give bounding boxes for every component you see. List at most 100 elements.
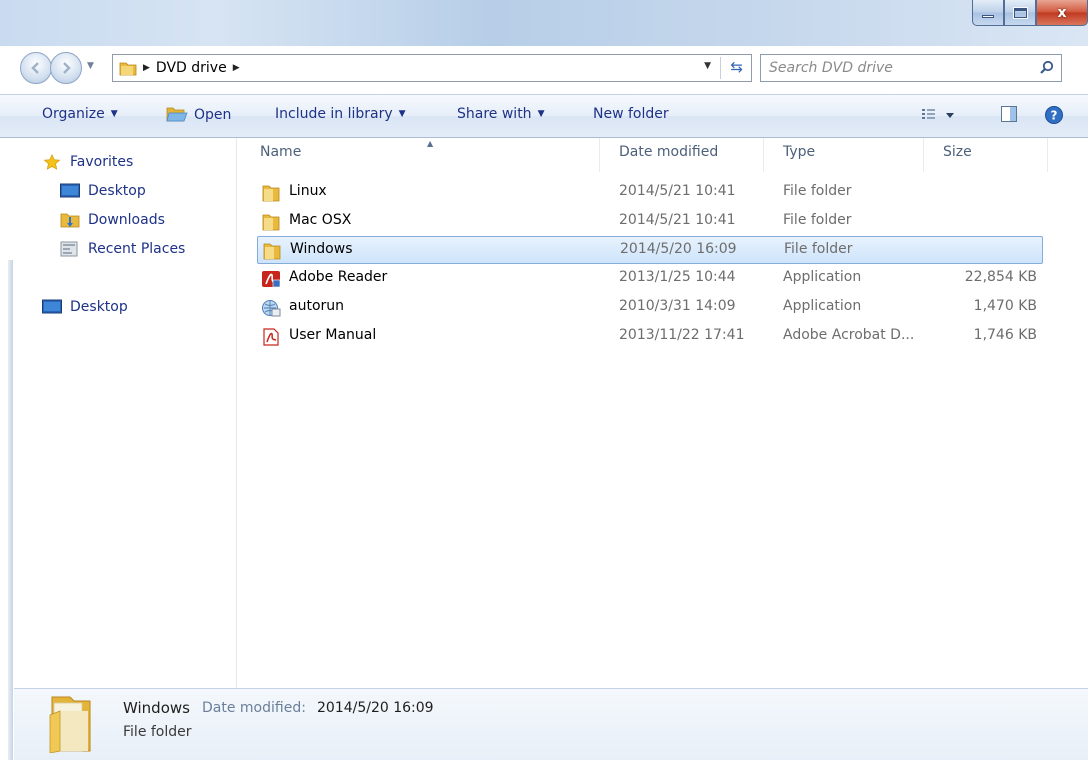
nav-recent-places[interactable]: Recent Places <box>60 241 185 257</box>
chevron-down-icon: ▼ <box>398 109 406 119</box>
file-date-modified: 2014/5/21 10:41 <box>619 183 736 199</box>
column-header-date-label: Date modified <box>619 144 719 160</box>
column-header-name[interactable]: Name <box>260 144 301 160</box>
file-type: File folder <box>784 241 853 257</box>
window-left-shadow <box>8 260 13 760</box>
file-type: File folder <box>783 212 852 228</box>
nav-favorites-label: Favorites <box>70 154 134 170</box>
folder-icon <box>263 243 281 260</box>
recent-places-icon <box>60 241 78 257</box>
file-name: Mac OSX <box>289 212 352 228</box>
minimize-icon <box>982 15 994 18</box>
maximize-button[interactable] <box>1004 0 1036 26</box>
recent-pages-dropdown-icon[interactable]: ▼ <box>87 61 94 71</box>
column-header-date-modified[interactable]: Date modified <box>619 144 718 160</box>
open-button[interactable]: Open <box>166 106 231 123</box>
search-box[interactable]: Search DVD drive <box>760 54 1062 82</box>
breadcrumb-separator-icon[interactable]: ▶ <box>233 63 240 73</box>
file-size: 1,470 KB <box>973 298 1037 314</box>
details-item-name: Windows <box>123 699 190 717</box>
file-name: autorun <box>289 298 345 314</box>
chevron-down-icon: ▼ <box>537 109 545 119</box>
sort-ascending-icon: ▲ <box>427 139 434 148</box>
breadcrumb-separator-icon[interactable]: ▶ <box>143 63 150 73</box>
nav-downloads[interactable]: Downloads <box>60 212 165 228</box>
nav-downloads-label: Downloads <box>88 212 165 228</box>
forward-arrow-icon <box>63 62 71 74</box>
column-header-size-label: Size <box>943 144 972 160</box>
file-row-linux[interactable]: Linux 2014/5/21 10:41 File folder <box>257 179 1043 207</box>
search-placeholder: Search DVD drive <box>769 60 893 76</box>
nav-desktop-root-label: Desktop <box>70 299 128 315</box>
desktop-icon <box>42 299 62 314</box>
column-header-type-label: Type <box>783 144 816 160</box>
navigation-pane: Favorites Desktop Downloads Recent Place… <box>14 138 236 688</box>
new-folder-label: New folder <box>593 106 669 122</box>
breadcrumb-dvd-drive[interactable]: DVD drive <box>156 60 227 76</box>
close-icon: x <box>1057 4 1067 21</box>
search-icon[interactable] <box>1039 60 1055 76</box>
pdf-icon <box>263 328 279 346</box>
forward-button[interactable] <box>50 52 82 84</box>
command-bar: Organize ▼ Open Include in library ▼ Share… <box>0 94 1088 138</box>
autorun-icon <box>262 300 281 317</box>
organize-label: Organize <box>42 106 105 122</box>
nav-favorites[interactable]: Favorites <box>42 154 133 170</box>
back-arrow-icon <box>31 62 39 74</box>
folder-icon <box>49 696 91 753</box>
minimize-button[interactable] <box>972 0 1004 26</box>
help-button[interactable]: ? <box>1044 105 1064 129</box>
share-with-label: Share with <box>457 106 532 122</box>
nav-desktop[interactable]: Desktop <box>60 183 146 199</box>
column-separator[interactable] <box>599 138 600 172</box>
address-history-dropdown-icon[interactable]: ▼ <box>704 61 711 71</box>
refresh-icon[interactable]: ⇆ <box>730 58 743 76</box>
back-button[interactable] <box>20 52 52 84</box>
file-date-modified: 2014/5/20 16:09 <box>620 241 737 257</box>
column-header-type[interactable]: Type <box>783 144 815 160</box>
column-header-size[interactable]: Size <box>943 144 972 160</box>
desktop-icon <box>60 183 80 198</box>
file-name: Windows <box>290 241 353 257</box>
file-row-adobe-reader[interactable]: Adobe Reader 2013/1/25 10:44 Application… <box>257 265 1043 293</box>
file-row-mac-osx[interactable]: Mac OSX 2014/5/21 10:41 File folder <box>257 208 1043 236</box>
details-date-label: Date modified: <box>202 700 306 716</box>
file-size: 22,854 KB <box>964 269 1037 285</box>
file-type: Application <box>783 269 862 285</box>
window-controls: x <box>972 0 1088 26</box>
new-folder-button[interactable]: New folder <box>593 106 669 122</box>
preview-pane-button[interactable] <box>1000 105 1018 127</box>
file-name: Linux <box>289 183 327 199</box>
file-row-user-manual[interactable]: User Manual 2013/11/22 17:41 Adobe Acrob… <box>257 323 1043 351</box>
file-date-modified: 2013/1/25 10:44 <box>619 269 736 285</box>
close-button[interactable]: x <box>1036 0 1088 26</box>
details-pane: Windows Date modified: 2014/5/20 16:09 F… <box>14 688 1088 760</box>
preview-pane-icon <box>1001 106 1017 122</box>
change-view-button[interactable] <box>920 105 956 129</box>
column-separator[interactable] <box>763 138 764 172</box>
maximize-icon <box>1012 6 1028 19</box>
chevron-down-icon: ▼ <box>110 109 118 119</box>
address-row: ▼ ▶ DVD drive ▶ ▼ ⇆ Search DVD drive <box>0 46 1088 88</box>
folder-icon <box>119 62 137 76</box>
address-bar[interactable]: ▶ DVD drive ▶ ▼ ⇆ <box>112 54 752 82</box>
share-with-button[interactable]: Share with ▼ <box>457 106 544 122</box>
open-label: Open <box>194 107 232 123</box>
file-list: Name ▲ Date modified Type Size Linux 201… <box>237 138 1088 688</box>
file-row-windows[interactable]: Windows 2014/5/20 16:09 File folder <box>257 236 1043 264</box>
column-separator[interactable] <box>1047 138 1048 172</box>
file-date-modified: 2013/11/22 17:41 <box>619 327 745 343</box>
file-date-modified: 2010/3/31 14:09 <box>619 298 736 314</box>
details-item-type: File folder <box>123 724 192 740</box>
file-row-autorun[interactable]: autorun 2010/3/31 14:09 Application 1,47… <box>257 294 1043 322</box>
adobe-reader-icon <box>262 271 281 288</box>
folder-icon <box>262 185 280 202</box>
file-type: File folder <box>783 183 852 199</box>
include-in-library-button[interactable]: Include in library ▼ <box>275 106 406 122</box>
file-name: User Manual <box>289 327 377 343</box>
organize-button[interactable]: Organize ▼ <box>42 106 118 122</box>
nav-desktop-root[interactable]: Desktop <box>42 299 128 315</box>
nav-recent-places-label: Recent Places <box>88 241 186 257</box>
column-separator[interactable] <box>923 138 924 172</box>
downloads-icon <box>60 213 80 228</box>
